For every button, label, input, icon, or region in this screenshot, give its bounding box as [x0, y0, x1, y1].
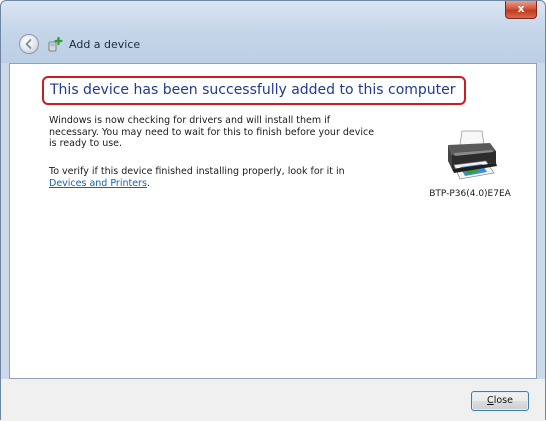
verify-info-period: .: [146, 177, 150, 189]
back-arrow-icon: [25, 39, 32, 49]
device-tile: BTP-P36(4.0)E7EA: [420, 129, 520, 199]
close-button-label: lose: [493, 395, 513, 406]
device-name-label: BTP-P36(4.0)E7EA: [429, 189, 511, 199]
close-button-accelerator: C: [487, 395, 494, 406]
back-button[interactable]: [19, 34, 39, 54]
verify-info-lead: To verify if this device finished instal…: [49, 166, 345, 177]
success-heading: This device has been successfully added …: [42, 76, 466, 105]
add-device-icon: [48, 37, 63, 52]
printer-icon: [448, 130, 497, 180]
content-pane: This device has been successfully added …: [9, 63, 537, 379]
verify-info-text: To verify if this device finished instal…: [49, 166, 379, 189]
driver-info-text: Windows is now checking for drivers and …: [49, 115, 375, 149]
close-button[interactable]: Close: [471, 391, 529, 411]
add-device-window: x Add a device This device has been succ…: [0, 0, 546, 421]
title-bar: x Add a device: [1, 1, 545, 63]
window-close-button[interactable]: x: [505, 1, 537, 19]
window-title: Add a device: [69, 38, 141, 51]
footer-bar: Close: [1, 379, 545, 421]
close-icon: x: [517, 2, 525, 15]
devices-and-printers-link[interactable]: Devices and Printers: [49, 178, 147, 189]
